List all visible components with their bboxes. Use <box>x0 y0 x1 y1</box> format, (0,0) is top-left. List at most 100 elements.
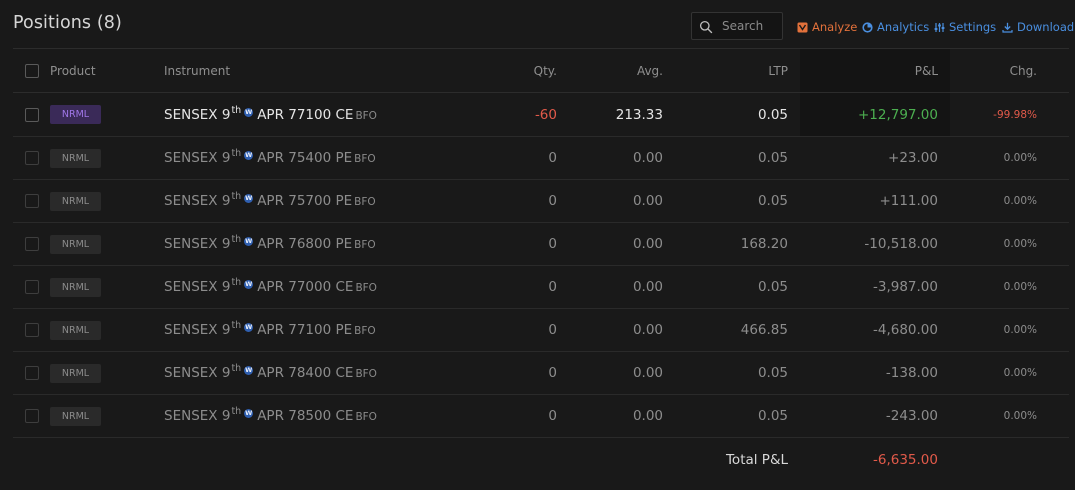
row-select-cell <box>13 266 50 309</box>
product-cell: NRML <box>50 180 164 223</box>
qty-cell: 0 <box>548 279 557 295</box>
product-badge: NRML <box>50 148 101 168</box>
column-header-ltp[interactable]: LTP <box>675 48 800 93</box>
exchange-label: BFO <box>354 239 376 251</box>
select-all-cell <box>13 48 50 93</box>
table-row[interactable]: NRML SENSEX 9th W APR 78400 CE BFO 0 0.00 0.05 -… <box>13 352 1069 395</box>
exchange-label: BFO <box>355 282 377 294</box>
positions-rows: NRML SENSEX 9th W APR 77100 CE BFO -60 213.33 0… <box>13 92 1069 438</box>
row-checkbox[interactable] <box>25 237 39 251</box>
ltp-cell: 0.05 <box>757 193 788 209</box>
pnl-cell: -3,987.00 <box>873 279 938 295</box>
product-cell: NRML <box>50 395 164 438</box>
instrument-symbol: SENSEX 9 <box>164 279 231 295</box>
instrument-cell[interactable]: SENSEX 9th W APR 75700 PE BFO <box>164 180 464 223</box>
download-link[interactable]: Download <box>1002 19 1074 35</box>
exchange-label: BFO <box>355 368 377 380</box>
ltp-cell: 466.85 <box>740 322 788 338</box>
instrument-detail: APR 75700 PE <box>257 193 353 209</box>
instrument-date-suffix: th <box>231 191 242 202</box>
qty-cell: -60 <box>534 106 557 123</box>
column-header-qty[interactable]: Qty. <box>464 48 571 93</box>
instrument-date-suffix: th <box>231 363 242 374</box>
qty-cell: 0 <box>548 236 557 252</box>
download-label: Download <box>1017 20 1075 34</box>
search-box[interactable] <box>691 12 783 40</box>
analytics-link[interactable]: Analytics <box>862 19 929 35</box>
row-checkbox[interactable] <box>25 366 39 380</box>
row-select-cell <box>13 180 50 223</box>
analyze-label: Analyze <box>812 20 858 34</box>
table-row[interactable]: NRML SENSEX 9th W APR 75400 PE BFO 0 0.00 0.05 +… <box>13 137 1069 180</box>
instrument-cell[interactable]: SENSEX 9th W APR 76800 PE BFO <box>164 223 464 266</box>
column-header-chg[interactable]: Chg. <box>950 48 1069 93</box>
instrument-cell[interactable]: SENSEX 9th W APR 75400 PE BFO <box>164 137 464 180</box>
instrument-cell[interactable]: SENSEX 9th W APR 77100 PE BFO <box>164 309 464 352</box>
pnl-cell: +12,797.00 <box>800 92 950 137</box>
weekly-expiry-icon: W <box>244 151 254 160</box>
instrument-cell[interactable]: SENSEX 9th W APR 77100 CE BFO <box>164 93 464 137</box>
instrument-name: SENSEX 9th W APR 77100 CE BFO <box>164 105 377 123</box>
chg-cell: 0.00% <box>1003 195 1037 207</box>
analyze-link[interactable]: Analyze <box>797 19 857 35</box>
instrument-detail: APR 78500 CE <box>257 408 354 424</box>
instrument-name: SENSEX 9th W APR 78400 CE BFO <box>164 363 377 381</box>
table-row[interactable]: NRML SENSEX 9th W APR 77100 CE BFO -60 213.33 0… <box>13 92 1069 137</box>
row-checkbox[interactable] <box>25 107 39 122</box>
instrument-cell[interactable]: SENSEX 9th W APR 78400 CE BFO <box>164 352 464 395</box>
product-cell: NRML <box>50 352 164 395</box>
settings-link[interactable]: Settings <box>934 19 996 35</box>
table-row[interactable]: NRML SENSEX 9th W APR 78500 CE BFO 0 0.00 0.05 -… <box>13 395 1069 438</box>
row-checkbox[interactable] <box>25 194 39 208</box>
pnl-cell: -138.00 <box>885 365 938 381</box>
instrument-cell[interactable]: SENSEX 9th W APR 78500 CE BFO <box>164 395 464 438</box>
instrument-symbol: SENSEX 9 <box>164 193 231 209</box>
total-pnl-value: -6,635.00 <box>873 451 938 468</box>
row-select-cell <box>13 137 50 180</box>
chg-cell: -99.98% <box>993 108 1037 121</box>
avg-cell: 0.00 <box>632 322 663 338</box>
pnl-cell: -243.00 <box>885 408 938 424</box>
column-header-avg[interactable]: Avg. <box>571 48 675 93</box>
product-badge: NRML <box>50 320 101 340</box>
row-select-cell <box>13 395 50 438</box>
avg-cell: 0.00 <box>632 408 663 424</box>
row-select-cell <box>13 309 50 352</box>
instrument-cell[interactable]: SENSEX 9th W APR 77000 CE BFO <box>164 266 464 309</box>
qty-cell: 0 <box>548 193 557 209</box>
ltp-cell: 0.05 <box>757 279 788 295</box>
row-checkbox[interactable] <box>25 409 39 423</box>
row-select-cell <box>13 93 50 137</box>
product-badge: NRML <box>50 277 101 297</box>
exchange-label: BFO <box>355 109 377 122</box>
qty-cell: 0 <box>548 322 557 338</box>
column-header-pnl[interactable]: P&L <box>800 48 950 93</box>
positions-panel: Positions (8) Analyze <box>0 0 1075 490</box>
instrument-name: SENSEX 9th W APR 77100 PE BFO <box>164 320 376 338</box>
instrument-name: SENSEX 9th W APR 76800 PE BFO <box>164 234 376 252</box>
row-checkbox[interactable] <box>25 151 39 165</box>
instrument-date-suffix: th <box>231 406 242 417</box>
row-select-cell <box>13 223 50 266</box>
row-checkbox[interactable] <box>25 323 39 337</box>
instrument-symbol: SENSEX 9 <box>164 236 231 252</box>
instrument-symbol: SENSEX 9 <box>164 365 231 381</box>
column-header-product[interactable]: Product <box>50 48 164 93</box>
instrument-date-suffix: th <box>231 320 242 331</box>
column-header-instrument[interactable]: Instrument <box>164 48 464 93</box>
product-cell: NRML <box>50 266 164 309</box>
table-row[interactable]: NRML SENSEX 9th W APR 75700 PE BFO 0 0.00 0.05 +… <box>13 180 1069 223</box>
instrument-detail: APR 75400 PE <box>257 150 353 166</box>
select-all-checkbox[interactable] <box>25 63 39 78</box>
weekly-expiry-icon: W <box>244 409 254 418</box>
pnl-cell: -4,680.00 <box>873 322 938 338</box>
total-pnl-label: Total P&L <box>725 451 788 468</box>
table-row[interactable]: NRML SENSEX 9th W APR 77000 CE BFO 0 0.00 0.05 -… <box>13 266 1069 309</box>
table-row[interactable]: NRML SENSEX 9th W APR 76800 PE BFO 0 0.00 168.2… <box>13 223 1069 266</box>
table-row[interactable]: NRML SENSEX 9th W APR 77100 PE BFO 0 0.00 466.8… <box>13 309 1069 352</box>
row-checkbox[interactable] <box>25 280 39 294</box>
search-input[interactable] <box>722 16 780 36</box>
product-badge: NRML <box>50 234 101 254</box>
download-icon <box>1002 22 1013 33</box>
product-badge: NRML <box>50 363 101 383</box>
